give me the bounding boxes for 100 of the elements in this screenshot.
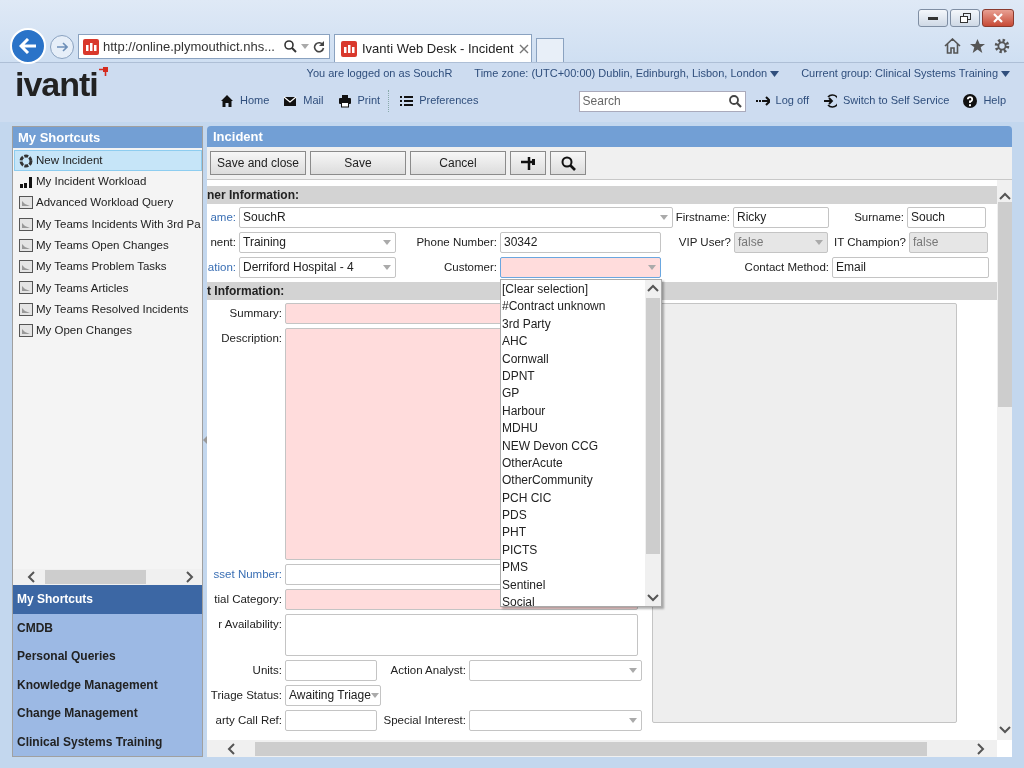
- nav-link[interactable]: Switch to Self Service: [823, 94, 950, 108]
- accordion-section[interactable]: My Shortcuts: [13, 585, 202, 614]
- dropdown-option[interactable]: #Contract unknown: [501, 298, 645, 316]
- nav-link[interactable]: Help: [963, 94, 1006, 108]
- refresh-icon[interactable]: [313, 40, 325, 53]
- minimize-button[interactable]: [918, 9, 948, 27]
- search-field[interactable]: Search: [578, 90, 746, 112]
- dropdown-option[interactable]: Social: [501, 594, 645, 612]
- horizontal-scrollbar[interactable]: [13, 569, 202, 585]
- nav-link[interactable]: Print: [337, 94, 381, 108]
- dropdown-field[interactable]: [469, 710, 642, 731]
- tab-close-icon[interactable]: [518, 43, 529, 54]
- dropdown-option[interactable]: OtherCommunity: [501, 472, 645, 490]
- dropdown-option[interactable]: PCH CIC: [501, 489, 645, 508]
- star-icon[interactable]: [969, 38, 986, 54]
- search-button[interactable]: [550, 151, 586, 175]
- scroll-up-icon[interactable]: [998, 192, 1011, 200]
- caret-icon[interactable]: [1001, 71, 1010, 77]
- dropdown-field[interactable]: Awaiting Triage: [285, 685, 381, 706]
- nav-link[interactable]: Preferences: [399, 94, 479, 108]
- field-link[interactable]: sset Number:: [207, 564, 285, 585]
- dropdown-option[interactable]: PHT: [501, 524, 645, 542]
- restore-button[interactable]: [950, 9, 980, 27]
- dropdown-option[interactable]: AHC: [501, 333, 645, 351]
- browser-tab[interactable]: Ivanti Web Desk - Incident: [334, 34, 532, 62]
- back-button[interactable]: [10, 28, 46, 64]
- scroll-down-icon[interactable]: [647, 594, 659, 602]
- accordion-section[interactable]: Clinical Systems Training: [13, 727, 202, 756]
- current-group-selector[interactable]: Current group: Clinical Systems Training: [801, 67, 998, 81]
- address-bar[interactable]: http://online.plymouthict.nhs...: [78, 34, 330, 59]
- accordion-section[interactable]: Change Management: [13, 699, 202, 728]
- scroll-right-icon[interactable]: [977, 742, 985, 755]
- shortcut-item[interactable]: My Incident Workload: [14, 171, 202, 193]
- text-field[interactable]: [285, 660, 377, 681]
- shortcut-item[interactable]: New Incident: [14, 150, 202, 172]
- vertical-scrollbar[interactable]: [645, 280, 661, 606]
- scroll-left-icon[interactable]: [27, 571, 35, 583]
- field-link[interactable]: ation:: [207, 257, 239, 278]
- shortcut-item[interactable]: My Teams Articles: [14, 277, 202, 300]
- field-link[interactable]: ame:: [207, 207, 239, 228]
- shortcut-item[interactable]: My Open Changes: [14, 320, 202, 342]
- text-field[interactable]: Ricky: [733, 207, 829, 228]
- dropdown-option[interactable]: 3rd Party: [501, 315, 645, 334]
- caret-icon: [629, 718, 637, 723]
- accordion-section[interactable]: Personal Queries: [13, 642, 202, 671]
- accordion-section[interactable]: CMDB: [13, 613, 202, 642]
- favicon-icon: [83, 38, 99, 55]
- printer-icon: [337, 94, 352, 108]
- dropdown-field[interactable]: Training: [239, 232, 396, 253]
- nav-link[interactable]: Log off: [755, 94, 809, 108]
- nav-link[interactable]: Mail: [283, 94, 324, 108]
- dropdown-option[interactable]: MDHU: [501, 420, 645, 438]
- dropdown-option[interactable]: NEW Devon CCG: [501, 437, 645, 455]
- dropdown-option[interactable]: PICTS: [501, 541, 645, 560]
- scroll-right-icon[interactable]: [186, 571, 194, 583]
- text-field[interactable]: [285, 710, 377, 731]
- shortcut-item[interactable]: Advanced Workload Query: [14, 192, 202, 214]
- log-off-icon: [755, 94, 770, 108]
- dropdown-field[interactable]: [469, 660, 642, 681]
- time-zone-selector[interactable]: Time zone: (UTC+00:00) Dublin, Edinburgh, Lisbon, London: [474, 67, 768, 81]
- nav-link[interactable]: Home: [220, 94, 270, 108]
- shortcut-item[interactable]: My Teams Problem Tasks: [14, 256, 202, 278]
- search-icon[interactable]: [728, 94, 742, 108]
- dropdown-option[interactable]: PDS: [501, 507, 645, 525]
- switch-icon: [823, 94, 837, 108]
- shortcut-item[interactable]: My Teams Open Changes: [14, 235, 202, 257]
- dropdown-option[interactable]: Cornwall: [501, 350, 645, 368]
- home-icon[interactable]: [944, 38, 961, 54]
- scroll-left-icon[interactable]: [227, 742, 235, 755]
- toolbar-button[interactable]: Save and close: [210, 151, 306, 175]
- dropdown-field[interactable]: SouchR: [239, 207, 673, 228]
- dropdown-option[interactable]: DPNT: [501, 367, 645, 386]
- vertical-scrollbar[interactable]: [997, 180, 1012, 740]
- accordion-section[interactable]: Knowledge Management: [13, 670, 202, 699]
- scroll-down-icon[interactable]: [998, 726, 1011, 734]
- text-field[interactable]: Email: [832, 257, 989, 278]
- toolbar-button[interactable]: Save: [310, 151, 406, 175]
- toolbar-button[interactable]: [510, 151, 546, 175]
- shortcut-item[interactable]: My Teams Resolved Incidents: [14, 299, 202, 321]
- dropdown-option[interactable]: PMS: [501, 559, 645, 577]
- dropdown-option[interactable]: OtherAcute: [501, 454, 645, 473]
- dropdown-option[interactable]: GP: [501, 385, 645, 403]
- signpost-icon: [520, 155, 536, 171]
- scroll-up-icon[interactable]: [647, 284, 659, 292]
- dropdown-option[interactable]: Harbour: [501, 402, 645, 421]
- text-field[interactable]: 30342: [500, 232, 661, 253]
- settings-icon[interactable]: [994, 38, 1010, 54]
- caret-icon[interactable]: [770, 71, 780, 77]
- shortcut-item[interactable]: My Teams Incidents With 3rd Pa: [14, 213, 202, 236]
- dropdown-option[interactable]: [Clear selection]: [501, 281, 645, 299]
- dropdown-option[interactable]: Sentinel: [501, 576, 645, 595]
- search-icon[interactable]: [284, 40, 297, 53]
- close-button[interactable]: [982, 9, 1014, 27]
- dropdown-field[interactable]: Derriford Hospital - 4: [239, 257, 396, 278]
- caret-icon: [660, 215, 668, 220]
- field-label: Summary:: [228, 306, 283, 321]
- caret-icon: [815, 240, 823, 245]
- toolbar-button[interactable]: Cancel: [410, 151, 506, 175]
- text-field[interactable]: Souch: [907, 207, 986, 228]
- horizontal-scrollbar[interactable]: [207, 740, 997, 757]
